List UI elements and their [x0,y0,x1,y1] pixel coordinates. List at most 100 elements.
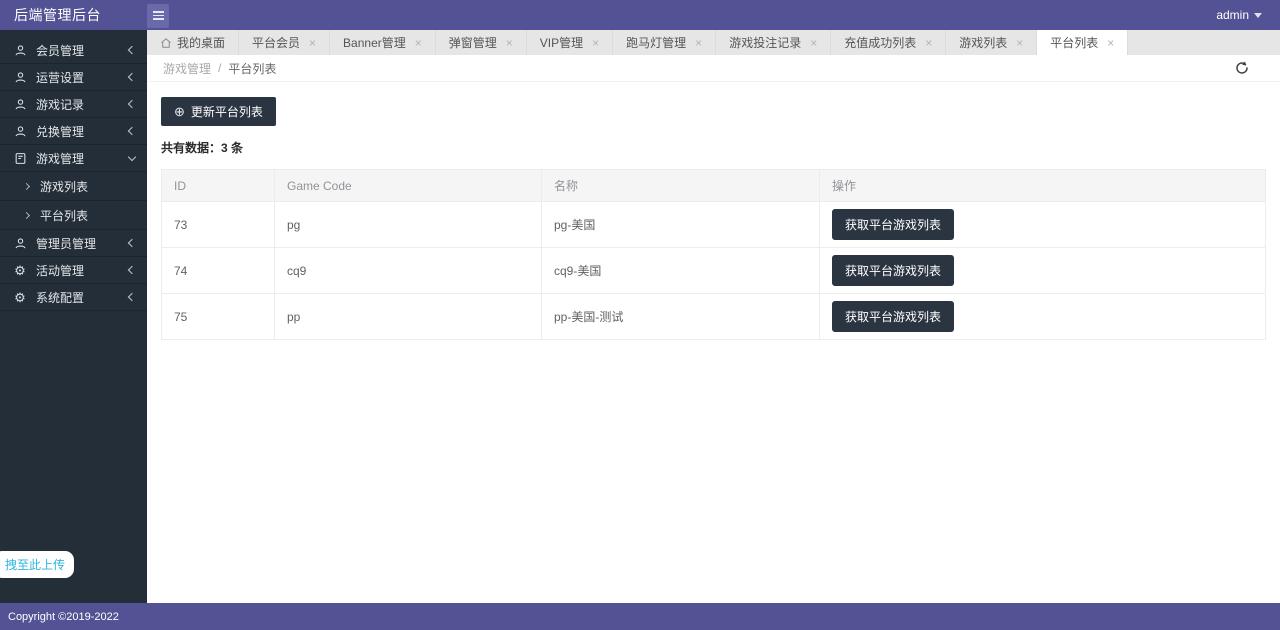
tab[interactable]: 跑马灯管理 × [613,30,716,55]
chevron-icon [128,293,136,301]
sidebar-toggle-button[interactable] [147,4,169,28]
tab-label: 游戏投注记录 [729,34,801,51]
column-header-actions: 操作 [820,170,1266,202]
chevron-right-icon [23,182,30,189]
tab[interactable]: 弹窗管理 × [436,30,527,55]
chevron-icon [128,46,136,54]
gear-icon: ⚙ [12,264,28,277]
table-row: 73 pg pg-美国 获取平台游戏列表 [162,202,1266,248]
drag-upload-hint[interactable]: 拽至此上传 [0,551,74,578]
sidebar-item-label: 游戏记录 [36,96,84,113]
chevron-icon [128,152,136,160]
breadcrumb-bar: 游戏管理 / 平台列表 [147,55,1280,82]
app-title: 后端管理后台 [0,5,147,25]
column-header-id: ID [162,170,275,202]
tab[interactable]: 平台列表 × [1037,30,1128,55]
cell-game-code: pg [275,202,542,248]
chevron-icon [128,100,136,108]
platform-table: ID Game Code 名称 操作 73 pg pg-美国 获取平台游戏列表 … [161,169,1266,340]
tab-label: 平台会员 [252,34,300,51]
close-icon[interactable]: × [309,37,316,49]
chevron-icon [128,266,136,274]
tab-label: 游戏列表 [959,34,1007,51]
table-row: 75 pp pp-美国-测试 获取平台游戏列表 [162,294,1266,340]
cell-name: pg-美国 [542,202,820,248]
fetch-platform-games-button[interactable]: 获取平台游戏列表 [832,209,954,240]
sidebar-subitem-label: 游戏列表 [40,178,88,195]
column-header-name: 名称 [542,170,820,202]
tab[interactable]: Banner管理 × [330,30,436,55]
sidebar-item[interactable]: ⚙ 运营设置 [0,64,147,91]
tab[interactable]: 我的桌面 × [147,30,239,55]
fetch-platform-games-button[interactable]: 获取平台游戏列表 [832,301,954,332]
sidebar-item-label: 活动管理 [36,262,84,279]
tab[interactable]: 充值成功列表 × [831,30,946,55]
cell-actions: 获取平台游戏列表 [820,248,1266,294]
refresh-button[interactable] [1234,60,1250,76]
table-header-row: ID Game Code 名称 操作 [162,170,1266,202]
breadcrumb-current: 平台列表 [228,60,276,77]
close-icon[interactable]: × [506,37,513,49]
chevron-down-icon [1254,13,1262,18]
chevron-icon [128,73,136,81]
chevron-right-icon [23,211,30,218]
tab-label: 我的桌面 [177,34,225,51]
close-icon[interactable]: × [415,37,422,49]
tab-label: VIP管理 [540,34,583,51]
copyright-text: Copyright ©2019-2022 [8,611,119,623]
breadcrumb-parent: 游戏管理 [163,60,211,77]
sidebar-item[interactable]: ⚙ 兑换管理 [0,118,147,145]
close-icon[interactable]: × [1016,37,1023,49]
chevron-icon [128,127,136,135]
tab-label: 充值成功列表 [844,34,916,51]
refresh-icon [1234,60,1250,76]
gear-icon: ⚙ [12,291,28,304]
sidebar-subitem-label: 平台列表 [40,207,88,224]
sidebar-subitem[interactable]: 游戏列表 [0,172,147,201]
sidebar-subitem[interactable]: 平台列表 [0,201,147,230]
tab[interactable]: 平台会员 × [239,30,330,55]
games-panel-icon [12,152,28,165]
cell-id: 74 [162,248,275,294]
cell-actions: 获取平台游戏列表 [820,294,1266,340]
tab[interactable]: 游戏列表 × [946,30,1037,55]
sidebar-item[interactable]: ⚙ 游戏记录 [0,91,147,118]
close-icon[interactable]: × [810,37,817,49]
update-platform-list-button[interactable]: ⊕ 更新平台列表 [161,97,276,126]
user-icon [12,237,28,250]
tab[interactable]: VIP管理 × [527,30,613,55]
record-count: 共有数据：3 条 [161,139,1266,156]
user-icon [12,44,28,57]
admin-username: admin [1216,8,1249,22]
cell-id: 75 [162,294,275,340]
admin-user-menu[interactable]: admin [1216,8,1262,22]
sidebar-item-label: 兑换管理 [36,123,84,140]
user-icon [12,71,28,84]
sidebar-item-label: 会员管理 [36,42,84,59]
tab-label: Banner管理 [343,34,406,51]
close-icon[interactable]: × [1107,37,1114,49]
sidebar-item-label: 管理员管理 [36,235,96,252]
tab-label: 跑马灯管理 [626,34,686,51]
sidebar-item[interactable]: ⚙ 管理员管理 [0,230,147,257]
close-icon[interactable]: × [695,37,702,49]
tab-label: 弹窗管理 [449,34,497,51]
main-content: ⊕ 更新平台列表 共有数据：3 条 ID Game Code 名称 操作 73 … [147,82,1280,603]
chevron-icon [128,239,136,247]
hamburger-icon [153,11,164,13]
cell-actions: 获取平台游戏列表 [820,202,1266,248]
sidebar: ⚙ 会员管理 ⚙ 运营设置 ⚙ 游戏记录 ⚙ 兑换管理 [0,30,147,603]
open-tabs-bar: 我的桌面 × 平台会员 × Banner管理 × 弹窗管理 × VIP管理 × … [147,30,1280,55]
sidebar-item[interactable]: ⚙ 游戏管理 [0,145,147,172]
plus-circle-icon: ⊕ [174,105,185,118]
app-header: 后端管理后台 admin [0,0,1280,30]
tab[interactable]: 游戏投注记录 × [716,30,831,55]
update-button-label: 更新平台列表 [191,103,263,120]
fetch-platform-games-button[interactable]: 获取平台游戏列表 [832,255,954,286]
sidebar-item[interactable]: ⚙ 会员管理 [0,37,147,64]
close-icon[interactable]: × [925,37,932,49]
cell-name: pp-美国-测试 [542,294,820,340]
close-icon[interactable]: × [592,37,599,49]
sidebar-item[interactable]: ⚙ 活动管理 [0,257,147,284]
sidebar-item[interactable]: ⚙ 系统配置 [0,284,147,311]
